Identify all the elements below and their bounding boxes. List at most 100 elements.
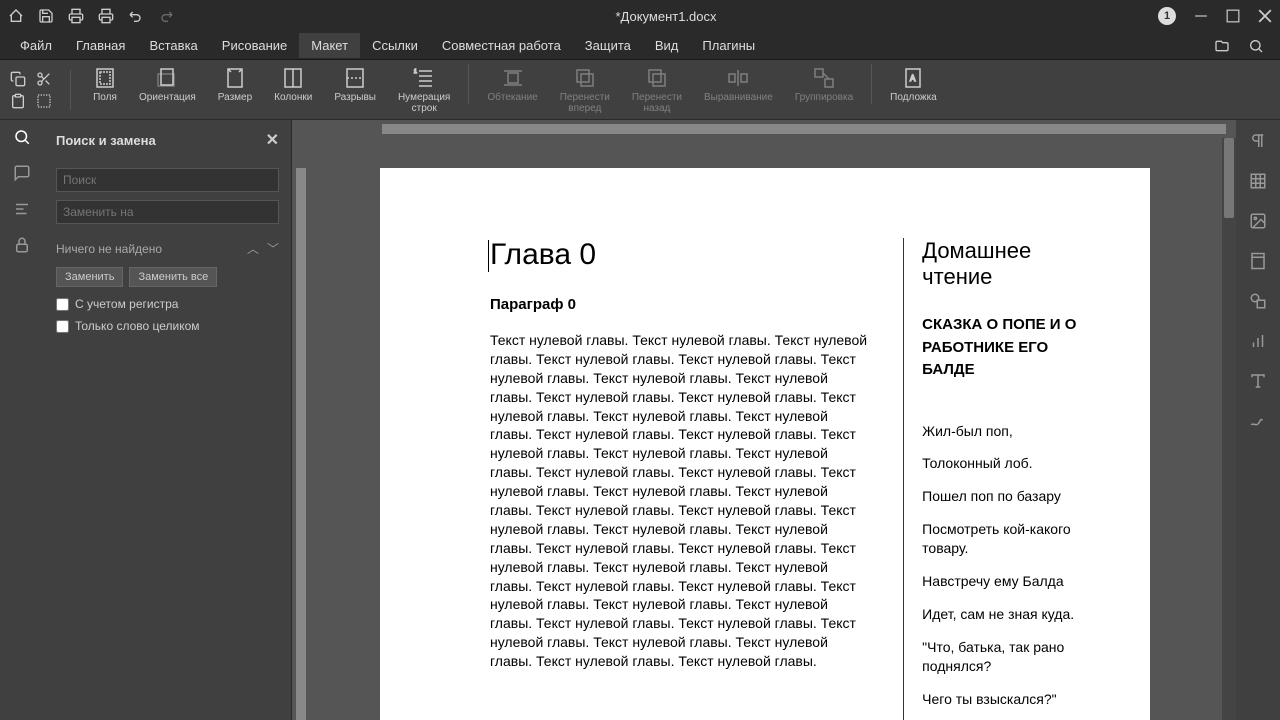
undo-icon[interactable] bbox=[128, 8, 144, 24]
vertical-scrollbar[interactable] bbox=[1222, 138, 1236, 720]
quick-print-icon[interactable] bbox=[98, 8, 114, 24]
replace-input[interactable] bbox=[56, 200, 279, 224]
poem-line[interactable]: Толоконный лоб. bbox=[922, 454, 1100, 473]
titlebar: *Документ1.docx 1 bbox=[0, 0, 1280, 32]
ribbon-обтекание: Обтекание bbox=[483, 64, 541, 105]
svg-text:1: 1 bbox=[414, 69, 417, 75]
whole-word-checkbox[interactable]: Только слово целиком bbox=[56, 319, 279, 333]
menu-ссылки[interactable]: Ссылки bbox=[360, 33, 430, 58]
document-area: Глава 0 Параграф 0 Текст нулевой главы. … bbox=[292, 120, 1236, 720]
poem-line[interactable]: Навстречу ему Балда bbox=[922, 572, 1100, 591]
lock-tab-icon[interactable] bbox=[13, 236, 31, 254]
menu-плагины[interactable]: Плагины bbox=[690, 33, 767, 58]
signature-icon[interactable] bbox=[1249, 412, 1267, 430]
maximize-icon[interactable] bbox=[1226, 9, 1240, 23]
ribbon-label: Обтекание bbox=[487, 92, 537, 103]
menu-вид[interactable]: Вид bbox=[643, 33, 691, 58]
table-settings-icon[interactable] bbox=[1249, 172, 1267, 190]
search-replace-panel: Поиск и замена ✕ Ничего не найдено ︿ ﹀ З… bbox=[44, 120, 292, 720]
header-footer-icon[interactable] bbox=[1249, 252, 1267, 270]
side-subtitle[interactable]: СКАЗКА О ПОПЕ И О РАБОТНИКЕ ЕГО БАЛДЕ bbox=[922, 314, 1100, 382]
vertical-ruler[interactable] bbox=[292, 138, 310, 720]
side-heading[interactable]: Домашнее чтение bbox=[922, 238, 1100, 290]
search-status: Ничего не найдено bbox=[56, 242, 162, 256]
ribbon: Поля Ориентация Размер Колонки Разрывы 1… bbox=[0, 60, 1280, 120]
page[interactable]: Глава 0 Параграф 0 Текст нулевой главы. … bbox=[380, 168, 1150, 720]
search-tab-icon[interactable] bbox=[13, 128, 31, 146]
menu-файл[interactable]: Файл bbox=[8, 33, 64, 58]
search-prev-icon[interactable]: ︿ bbox=[247, 240, 259, 257]
case-sensitive-checkbox[interactable]: С учетом регистра bbox=[56, 297, 279, 311]
replace-all-button[interactable]: Заменить все bbox=[129, 267, 217, 287]
print-icon[interactable] bbox=[68, 8, 84, 24]
ribbon-separator bbox=[871, 64, 872, 104]
ribbon-перенести: Перенести вперед bbox=[556, 64, 614, 116]
user-badge[interactable]: 1 bbox=[1158, 7, 1176, 25]
выравнивание-icon bbox=[726, 66, 750, 90]
menu-рисование[interactable]: Рисование bbox=[210, 33, 299, 58]
колонки-icon bbox=[281, 66, 305, 90]
body-text[interactable]: Текст нулевой главы. Текст нулевой главы… bbox=[490, 331, 873, 671]
ribbon-separator bbox=[70, 70, 71, 110]
search-icon[interactable] bbox=[1248, 38, 1264, 54]
poem-line[interactable]: "Что, батька, так рано поднялся? bbox=[922, 638, 1100, 676]
poem-line[interactable]: Идет, сам не зная куда. bbox=[922, 605, 1100, 624]
paragraph-settings-icon[interactable] bbox=[1249, 132, 1267, 150]
ribbon-колонки[interactable]: Колонки bbox=[270, 64, 316, 105]
select-all-icon[interactable] bbox=[36, 93, 52, 109]
whole-word-checkbox-input[interactable] bbox=[56, 320, 69, 333]
comments-tab-icon[interactable] bbox=[13, 164, 31, 182]
chapter-heading[interactable]: Глава 0 bbox=[490, 238, 873, 272]
группировка-icon bbox=[812, 66, 836, 90]
ribbon-ориентация[interactable]: Ориентация bbox=[135, 64, 200, 105]
menu-вставка[interactable]: Вставка bbox=[137, 33, 209, 58]
image-settings-icon[interactable] bbox=[1249, 212, 1267, 230]
poem-line[interactable]: Жил-был поп, bbox=[922, 422, 1100, 441]
horizontal-ruler[interactable] bbox=[292, 120, 1236, 138]
ribbon-нумерация[interactable]: 1 Нумерация строк bbox=[394, 64, 454, 116]
open-location-icon[interactable] bbox=[1214, 38, 1230, 54]
menu-главная[interactable]: Главная bbox=[64, 33, 137, 58]
scrollbar-thumb[interactable] bbox=[1224, 138, 1234, 218]
menubar: ФайлГлавнаяВставкаРисованиеМакетСсылкиСо… bbox=[0, 32, 1280, 60]
ribbon-группировка: Группировка bbox=[791, 64, 857, 105]
menu-защита[interactable]: Защита bbox=[573, 33, 643, 58]
ribbon-label: Нумерация строк bbox=[398, 92, 450, 114]
ribbon-размер[interactable]: Размер bbox=[214, 64, 256, 105]
copy-icon[interactable] bbox=[10, 71, 26, 87]
case-checkbox-input[interactable] bbox=[56, 298, 69, 311]
ribbon-label: Группировка bbox=[795, 92, 853, 103]
home-icon[interactable] bbox=[8, 8, 24, 24]
ориентация-icon bbox=[155, 66, 179, 90]
chart-settings-icon[interactable] bbox=[1249, 332, 1267, 350]
ribbon-поля[interactable]: Поля bbox=[89, 64, 121, 105]
case-label: С учетом регистра bbox=[75, 297, 178, 311]
poem-line[interactable]: Чего ты взыскался?" bbox=[922, 690, 1100, 709]
headings-tab-icon[interactable] bbox=[13, 200, 31, 218]
find-input[interactable] bbox=[56, 168, 279, 192]
minimize-icon[interactable] bbox=[1194, 9, 1208, 23]
replace-button[interactable]: Заменить bbox=[56, 267, 123, 287]
shape-settings-icon[interactable] bbox=[1249, 292, 1267, 310]
menu-совместная работа[interactable]: Совместная работа bbox=[430, 33, 573, 58]
svg-text:A: A bbox=[910, 74, 916, 83]
text-art-icon[interactable] bbox=[1249, 372, 1267, 390]
poem-line[interactable]: Посмотреть кой-какого товару. bbox=[922, 520, 1100, 558]
search-next-icon[interactable]: ﹀ bbox=[267, 240, 279, 257]
right-sidebar bbox=[1236, 120, 1280, 720]
paste-icon[interactable] bbox=[10, 93, 26, 109]
menu-макет[interactable]: Макет bbox=[299, 33, 360, 58]
paragraph-heading[interactable]: Параграф 0 bbox=[490, 296, 873, 313]
redo-icon[interactable] bbox=[158, 8, 174, 24]
close-icon[interactable] bbox=[1258, 9, 1272, 23]
ribbon-подложка[interactable]: AПодложка bbox=[886, 64, 941, 105]
poem-line[interactable]: Пошел поп по базару bbox=[922, 487, 1100, 506]
ribbon-label: Перенести назад bbox=[632, 92, 682, 114]
close-panel-icon[interactable]: ✕ bbox=[266, 130, 279, 150]
page-container[interactable]: Глава 0 Параграф 0 Текст нулевой главы. … bbox=[310, 138, 1222, 720]
ribbon-разрывы[interactable]: Разрывы bbox=[330, 64, 380, 105]
cut-icon[interactable] bbox=[36, 71, 52, 87]
whole-word-label: Только слово целиком bbox=[75, 319, 200, 333]
разрывы-icon bbox=[343, 66, 367, 90]
save-icon[interactable] bbox=[38, 8, 54, 24]
